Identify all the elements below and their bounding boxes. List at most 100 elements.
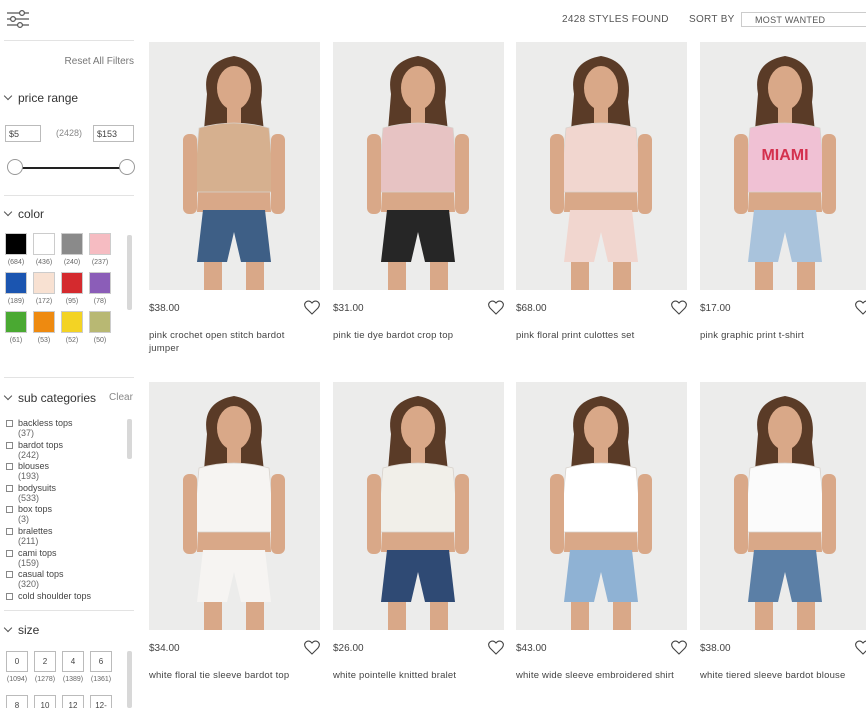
heart-icon[interactable] [671, 300, 687, 315]
subcategory-checkbox[interactable] [6, 441, 13, 449]
color-heading[interactable]: color [3, 207, 44, 221]
subcategory-checkbox[interactable] [6, 592, 13, 600]
price-min-input[interactable]: $5 [5, 125, 41, 142]
color-swatch[interactable] [89, 233, 111, 255]
product-image[interactable] [700, 382, 866, 630]
product-image[interactable] [516, 382, 687, 630]
product-card[interactable]: $43.00 white wide sleeve embroidered shir… [516, 382, 687, 702]
model-figure: MIAMI [734, 56, 836, 290]
product-image[interactable]: MIAMI [700, 42, 866, 290]
size-option[interactable]: 8 [6, 695, 28, 708]
product-image[interactable] [333, 382, 504, 630]
reset-all-filters-link[interactable]: Reset All Filters [0, 56, 134, 67]
heart-icon[interactable] [855, 300, 866, 315]
size-option[interactable]: 10 [34, 695, 56, 708]
chevron-down-icon [3, 207, 13, 217]
product-name[interactable]: white floral tie sleeve bardot top [149, 669, 317, 682]
size-option[interactable]: 12-14 [90, 695, 112, 708]
subcategory-item[interactable]: bodysuits [6, 483, 56, 493]
subcategory-checkbox[interactable] [6, 420, 13, 427]
color-swatch-count: (78) [93, 298, 107, 305]
subcategory-checkbox[interactable] [6, 571, 13, 579]
subcategory-item[interactable]: backless tops [6, 418, 73, 428]
clear-subcategories-link[interactable]: Clear [109, 392, 133, 403]
subcategory-checkbox[interactable] [6, 528, 13, 535]
model-figure [550, 396, 652, 630]
color-swatch[interactable] [5, 272, 27, 294]
heart-icon[interactable] [304, 300, 320, 315]
product-card[interactable]: MIAMI $17.00 pink graphic print t-shirt [700, 42, 866, 362]
subcategory-item[interactable]: bralettes [6, 526, 53, 536]
heart-icon[interactable] [671, 640, 687, 655]
divider [4, 40, 134, 41]
product-card[interactable]: $68.00 pink floral print culottes set [516, 42, 687, 362]
price-range-heading[interactable]: price range [3, 91, 78, 105]
sort-select[interactable]: MOST WANTED [741, 12, 866, 27]
color-swatch[interactable] [33, 311, 55, 333]
tshirt-graphic-text: MIAMI [761, 147, 808, 164]
product-card[interactable]: $38.00 pink crochet open stitch bardot ju… [149, 42, 320, 362]
subcategory-checkbox[interactable] [6, 463, 13, 471]
color-swatch[interactable] [61, 233, 83, 255]
size-count: (1361) [90, 676, 112, 683]
color-swatch[interactable] [33, 233, 55, 255]
size-option[interactable]: 4 [62, 651, 84, 672]
product-card[interactable]: $31.00 pink tie dye bardot crop top [333, 42, 504, 362]
price-slider-min-handle[interactable] [7, 159, 23, 175]
sort-by-label: SORT BY [689, 14, 735, 25]
size-option[interactable]: 6 [90, 651, 112, 672]
product-name[interactable]: pink tie dye bardot crop top [333, 329, 501, 342]
product-name[interactable]: white tiered sleeve bardot blouse [700, 669, 866, 682]
styles-found-count: 2428 STYLES FOUND [562, 14, 669, 25]
color-swatch[interactable] [61, 272, 83, 294]
subcategory-checkbox[interactable] [6, 484, 13, 492]
subcategory-scrollbar[interactable] [127, 419, 132, 459]
product-name[interactable]: pink graphic print t-shirt [700, 329, 866, 342]
heart-icon[interactable] [855, 640, 866, 655]
price-slider-max-handle[interactable] [119, 159, 135, 175]
subcategory-item[interactable]: cold shoulder tops [6, 591, 91, 601]
product-name[interactable]: pink floral print culottes set [516, 329, 684, 342]
product-image[interactable] [516, 42, 687, 290]
subcategory-label: backless tops [18, 418, 73, 428]
price-count: (2428) [56, 128, 83, 138]
product-image[interactable] [333, 42, 504, 290]
subcategory-checkbox[interactable] [6, 506, 13, 514]
subcategory-item[interactable]: casual tops [6, 569, 64, 579]
size-heading[interactable]: size [3, 623, 39, 637]
color-swatch[interactable] [5, 233, 27, 255]
product-name[interactable]: white pointelle knitted bralet [333, 669, 501, 682]
product-name[interactable]: pink crochet open stitch bardot jumper [149, 329, 317, 355]
size-scrollbar[interactable] [127, 651, 132, 708]
product-price: $17.00 [700, 303, 731, 314]
subcategory-item[interactable]: cami tops [6, 548, 57, 558]
size-option[interactable]: 0 [6, 651, 28, 672]
heart-icon[interactable] [488, 640, 504, 655]
size-option[interactable]: 12 [62, 695, 84, 708]
filter-toggle-icon[interactable] [6, 9, 30, 29]
color-scrollbar[interactable] [127, 235, 132, 310]
subcategory-label: bodysuits [18, 482, 57, 493]
subcategory-item[interactable]: bardot tops [6, 440, 63, 450]
color-swatch[interactable] [61, 311, 83, 333]
subcategory-item[interactable]: blouses [6, 461, 49, 471]
size-option[interactable]: 2 [34, 651, 56, 672]
color-swatch[interactable] [89, 311, 111, 333]
sub-categories-heading[interactable]: sub categories [3, 391, 96, 405]
subcategory-item[interactable]: box tops [6, 504, 52, 514]
product-card[interactable]: $26.00 white pointelle knitted bralet [333, 382, 504, 702]
color-swatch[interactable] [5, 311, 27, 333]
product-card[interactable]: $38.00 white tiered sleeve bardot blouse [700, 382, 866, 702]
color-swatch[interactable] [89, 272, 111, 294]
color-swatch[interactable] [33, 272, 55, 294]
price-max-input[interactable]: $153 [93, 125, 134, 142]
heart-icon[interactable] [488, 300, 504, 315]
product-image[interactable] [149, 42, 320, 290]
product-image[interactable] [149, 382, 320, 630]
heart-icon[interactable] [304, 640, 320, 655]
product-card[interactable]: $34.00 white floral tie sleeve bardot top [149, 382, 320, 702]
product-name[interactable]: white wide sleeve embroidered shirt [516, 669, 684, 682]
subcategory-checkbox[interactable] [6, 549, 13, 557]
product-price: $31.00 [333, 303, 364, 314]
subcategory-count: (533) [18, 492, 40, 503]
